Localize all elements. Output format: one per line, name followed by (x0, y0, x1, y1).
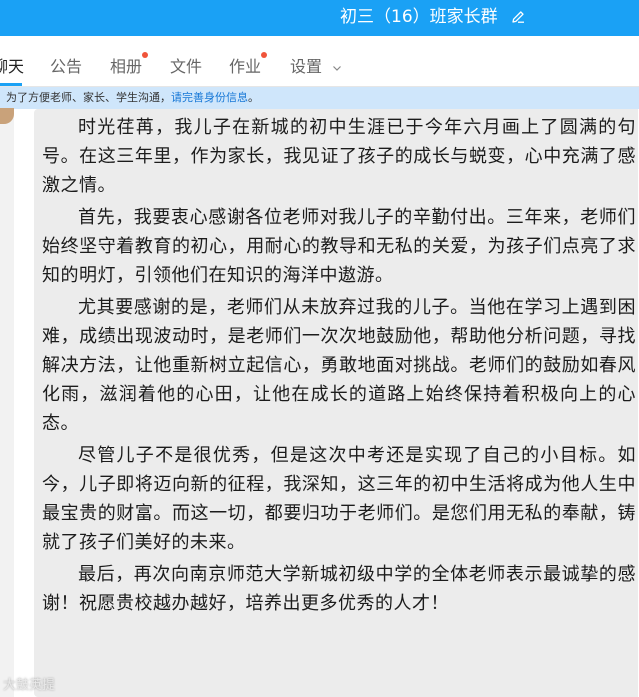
complete-identity-link[interactable]: 请完善身份信息 (171, 91, 248, 104)
active-tab-indicator (0, 83, 22, 86)
tab-chat[interactable]: 聊天 (0, 56, 24, 78)
message-text: 时光荏苒，我儿子在新城的初中生涯已于今年六月画上了圆满的句号。在这三年里，作为家… (42, 113, 636, 621)
tab-settings-label: 设置 (290, 57, 323, 76)
chat-background (0, 109, 14, 697)
homework-badge (261, 52, 268, 58)
tab-album[interactable]: 相册 (110, 52, 149, 78)
chevron-down-icon (333, 65, 342, 71)
tab-homework-label: 作业 (229, 57, 262, 76)
message-paragraph: 首先，我要衷心感谢各位老师对我儿子的辛勤付出。三年来，老师们始终坚守着教育的初心… (42, 207, 636, 286)
group-title: 初三（16）班家长群 (340, 7, 498, 27)
title-bar: 初三（16）班家长群 (0, 0, 639, 36)
watermark: 大鼓英提 (3, 678, 56, 693)
tab-announcement-label: 公告 (50, 57, 83, 76)
message-paragraph: 尤其要感谢的是，老师们从未放弃过我的儿子。当他在学习上遇到困难，成绩出现波动时，… (42, 297, 636, 434)
tab-announcement[interactable]: 公告 (50, 56, 82, 78)
tab-album-label: 相册 (110, 57, 143, 76)
notice-bar: 为了方便老师、家长、学生沟通，请完善身份信息。 (0, 87, 639, 109)
notice-end: 。 (248, 91, 259, 104)
message-paragraph: 时光荏苒，我儿子在新城的初中生涯已于今年六月画上了圆满的句号。在这三年里，作为家… (42, 117, 636, 196)
album-badge (142, 52, 149, 58)
message-paragraph: 尽管儿子不是很优秀，但是这次中考还是实现了自己的小目标。如今，儿子即将迈向新的征… (42, 445, 636, 553)
tab-homework[interactable]: 作业 (229, 52, 268, 78)
tab-chat-label: 聊天 (0, 57, 25, 76)
tab-files-label: 文件 (170, 57, 203, 76)
message-paragraph: 最后，再次向南京师范大学新城初级中学的全体老师表示最诚挚的感谢！祝愿贵校越办越好… (42, 564, 636, 614)
tab-bar: 聊天 公告 相册 文件 作业 设置 (0, 36, 639, 87)
tab-settings[interactable]: 设置 (290, 56, 342, 78)
notice-text: 为了方便老师、家长、学生沟通， (6, 91, 171, 104)
tab-files[interactable]: 文件 (170, 56, 202, 78)
edit-icon[interactable] (510, 9, 526, 25)
